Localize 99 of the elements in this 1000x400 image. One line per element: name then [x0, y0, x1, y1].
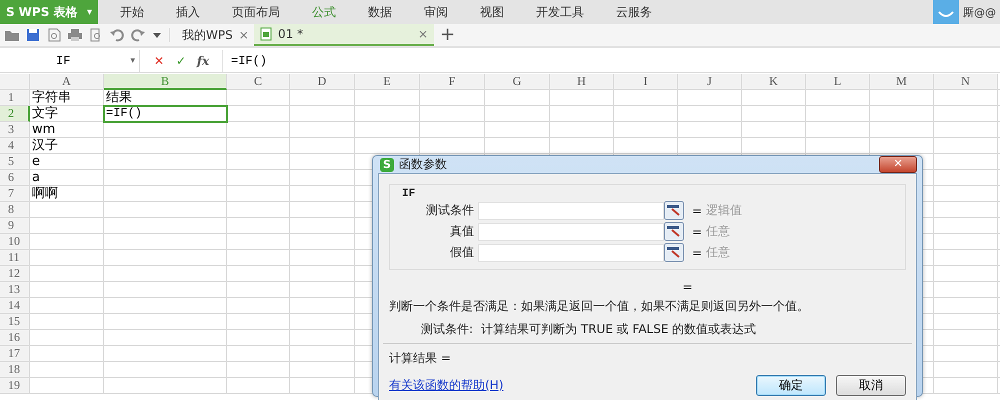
new-tab-icon[interactable]: +: [440, 26, 456, 44]
row-header[interactable]: 11: [0, 250, 30, 266]
table-cell[interactable]: 啊啊: [30, 186, 104, 202]
menu-tab[interactable]: 页面布局: [216, 0, 296, 24]
row-header[interactable]: 6: [0, 170, 30, 186]
row-header[interactable]: 15: [0, 314, 30, 330]
function-description: 判断一个条件是否满足：如果满足返回一个值，如果不满足则返回另外一个值。: [389, 298, 810, 315]
input-field[interactable]: [478, 202, 664, 220]
table-cell[interactable]: 文字: [30, 106, 104, 122]
argument-label: 测试条件: [425, 202, 475, 219]
argument-help-text: 计算结果可判断为 TRUE 或 FALSE 的数值或表达式: [481, 321, 756, 338]
equals-sign: =: [692, 224, 704, 238]
row-header[interactable]: 13: [0, 282, 30, 298]
app-logo-icon: S: [380, 158, 394, 172]
column-header[interactable]: D: [290, 74, 355, 90]
table-cell[interactable]: e: [30, 154, 104, 170]
argument-result: 逻辑值: [706, 202, 742, 219]
formula-field[interactable]: =IF(): [222, 50, 1000, 72]
column-header[interactable]: G: [485, 74, 550, 90]
menu-tab[interactable]: 审阅: [408, 0, 464, 24]
document-tab[interactable]: 01 * ×: [254, 24, 434, 46]
cell-reference-icon[interactable]: [664, 222, 684, 241]
argument-label: 假值: [449, 244, 475, 261]
column-header[interactable]: L: [806, 74, 870, 90]
row-header[interactable]: 16: [0, 330, 30, 346]
tab-label: 我的WPS: [182, 26, 233, 44]
cancel-icon[interactable]: ✕: [148, 54, 170, 68]
row-header[interactable]: 17: [0, 346, 30, 362]
save-icon[interactable]: [25, 28, 41, 42]
argument-result: 任意: [706, 223, 730, 240]
cell-reference-icon[interactable]: [664, 201, 684, 220]
cancel-button[interactable]: 取消: [836, 375, 906, 396]
equals-sign: =: [692, 246, 704, 260]
user-name[interactable]: 厮@@: [963, 4, 996, 20]
ok-button[interactable]: 确定: [756, 375, 826, 396]
table-cell[interactable]: =IF(): [104, 106, 227, 122]
table-cell[interactable]: a: [30, 170, 104, 186]
caret-icon[interactable]: ▾: [130, 56, 135, 66]
tab-label: 01 *: [278, 27, 304, 41]
close-icon[interactable]: ×: [418, 27, 428, 41]
column-header[interactable]: C: [227, 74, 290, 90]
row-header[interactable]: 5: [0, 154, 30, 170]
app-title: WPS 表格: [18, 4, 78, 20]
row-header[interactable]: 3: [0, 122, 30, 138]
row-header[interactable]: 14: [0, 298, 30, 314]
document-icon[interactable]: [46, 28, 62, 42]
row-header[interactable]: 7: [0, 186, 30, 202]
formula-result: =: [682, 280, 693, 294]
column-header[interactable]: E: [355, 74, 420, 90]
column-header[interactable]: B: [104, 74, 227, 90]
input-field[interactable]: [478, 222, 664, 240]
logo-icon: S: [6, 5, 15, 19]
row-header[interactable]: 8: [0, 202, 30, 218]
row-header[interactable]: 4: [0, 138, 30, 154]
menu-tab[interactable]: 云服务: [600, 0, 668, 24]
table-cell[interactable]: 汉子: [30, 138, 104, 154]
undo-icon[interactable]: [109, 28, 125, 42]
close-icon[interactable]: ×: [238, 28, 249, 42]
column-header[interactable]: I: [614, 74, 678, 90]
redo-icon[interactable]: [130, 28, 146, 42]
row-header[interactable]: 10: [0, 234, 30, 250]
column-header[interactable]: N: [934, 74, 998, 90]
menu-tab[interactable]: 开发工具: [520, 0, 600, 24]
help-link[interactable]: 有关该函数的帮助(H): [389, 377, 504, 394]
column-header[interactable]: K: [742, 74, 806, 90]
menu-tab[interactable]: 开始: [104, 0, 160, 24]
table-cell[interactable]: 结果: [104, 90, 227, 106]
menu-tab[interactable]: 视图: [464, 0, 520, 24]
input-field[interactable]: [478, 244, 664, 262]
argument-label: 真值: [449, 223, 475, 240]
name-box[interactable]: IF ▾: [0, 50, 140, 72]
column-header[interactable]: A: [30, 74, 104, 90]
row-header[interactable]: 19: [0, 378, 30, 394]
print-icon[interactable]: [67, 28, 83, 42]
folder-icon[interactable]: [4, 28, 20, 42]
row-header[interactable]: 12: [0, 266, 30, 282]
spreadsheet-icon: [260, 27, 272, 41]
row-header[interactable]: 2: [0, 106, 30, 122]
column-header[interactable]: J: [678, 74, 742, 90]
equals-sign: =: [692, 204, 704, 218]
table-cell[interactable]: 字符串: [30, 90, 104, 106]
argument-help-label: 测试条件:: [421, 321, 474, 338]
menu-tab[interactable]: 数据: [352, 0, 408, 24]
row-header[interactable]: 1: [0, 90, 30, 106]
cell-reference-icon[interactable]: [664, 243, 684, 262]
calculation-result: 计算结果 =: [389, 350, 452, 367]
row-header[interactable]: 9: [0, 218, 30, 234]
row-header[interactable]: 18: [0, 362, 30, 378]
menu-tab[interactable]: 插入: [160, 0, 216, 24]
document-tab[interactable]: 我的WPS ×: [170, 24, 254, 46]
check-icon[interactable]: ✓: [170, 54, 192, 68]
argument-result: 任意: [706, 244, 730, 261]
table-cell[interactable]: wm: [30, 122, 104, 138]
avatar-icon[interactable]: [933, 0, 959, 24]
column-header[interactable]: H: [550, 74, 614, 90]
dialog-title: 函数参数: [399, 156, 447, 173]
column-header[interactable]: F: [420, 74, 485, 90]
function-icon[interactable]: fx: [192, 54, 214, 68]
column-header[interactable]: M: [870, 74, 934, 90]
